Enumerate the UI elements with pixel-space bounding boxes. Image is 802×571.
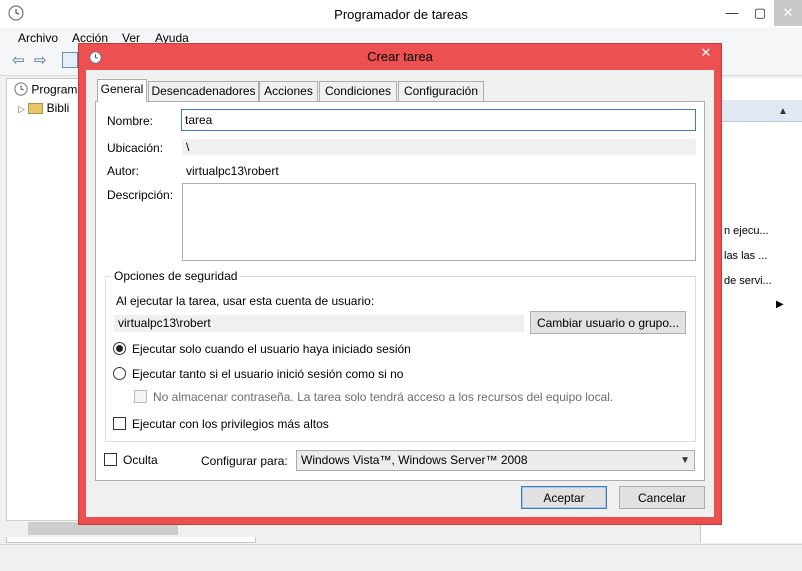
hidden-label[interactable]: Oculta [123,453,158,467]
tab-condiciones[interactable]: Condiciones [319,81,397,101]
ok-button[interactable]: Aceptar [521,486,607,509]
name-input[interactable] [181,109,696,131]
action-item[interactable]: las las ... [724,250,767,262]
back-arrow-icon[interactable]: ⇦ [12,53,30,69]
author-value: virtualpc13\robert [186,164,279,178]
tab-desencadenadores[interactable]: Desencadenadores [148,81,259,101]
minimize-icon[interactable]: — [718,0,746,26]
tree-item-library[interactable]: ▷ Bibli [18,101,69,119]
configure-for-value: Windows Vista™, Windows Server™ 2008 [301,453,528,467]
tab-general[interactable]: General [97,79,147,102]
dialog-title: Crear tarea [367,49,433,64]
account-prompt: Al ejecutar la tarea, usar esta cuenta d… [116,294,375,308]
chevron-down-icon: ▼ [680,455,690,466]
security-options-legend: Opciones de seguridad [111,269,241,283]
tree-item-root[interactable]: Program [14,82,77,100]
collapse-arrow-icon[interactable]: ▲ [778,106,788,117]
radio-run-whether-label[interactable]: Ejecutar tanto si el usuario inició sesi… [132,367,403,381]
folder-icon [28,103,44,115]
hidden-checkbox[interactable] [104,453,117,466]
change-user-button[interactable]: Cambiar usuario o grupo... [530,311,686,334]
account-value: virtualpc13\robert [114,315,524,332]
menu-archivo[interactable]: Archivo [18,31,58,45]
maximize-icon[interactable]: ▢ [746,0,774,26]
tab-acciones[interactable]: Acciones [259,81,318,101]
action-item[interactable]: de servi... [724,275,772,287]
tree-item-label: Bibli [46,101,70,115]
submenu-arrow-icon[interactable]: ▶ [776,299,784,310]
close-icon[interactable]: ✕ [774,0,802,26]
description-textarea[interactable] [182,183,696,261]
location-value: \ [182,139,696,155]
main-window-title: Programador de tareas [334,7,468,22]
clock-icon [14,82,28,99]
expand-arrow-icon[interactable]: ▷ [18,104,25,114]
configure-for-label: Configurar para: [201,454,288,468]
tab-configuracion[interactable]: Configuración [398,81,484,101]
location-label: Ubicación: [107,141,164,155]
description-label: Descripción: [107,188,174,202]
radio-selected-dot [116,345,123,352]
tree-item-label: Program [31,82,78,97]
dialog-close-icon[interactable]: ✕ [696,45,716,61]
radio-run-logged-on-label[interactable]: Ejecutar solo cuando el usuario haya ini… [132,342,411,356]
cancel-button[interactable]: Cancelar [619,486,705,509]
author-label: Autor: [107,164,140,178]
highest-privileges-checkbox[interactable] [113,417,126,430]
radio-run-logged-on[interactable] [113,342,126,355]
highest-privileges-label[interactable]: Ejecutar con los privilegios más altos [132,417,329,431]
console-tree-icon[interactable] [62,52,78,68]
forward-arrow-icon[interactable]: ⇨ [34,53,52,69]
no-store-password-checkbox[interactable] [134,390,147,403]
no-store-password-label[interactable]: No almacenar contraseña. La tarea solo t… [153,390,613,404]
radio-run-whether-logged-on[interactable] [113,367,126,380]
action-item[interactable]: n ejecu... [724,225,769,237]
name-label: Nombre: [107,114,154,128]
configure-for-select[interactable]: Windows Vista™, Windows Server™ 2008 ▼ [296,450,695,471]
status-bar [0,544,802,571]
